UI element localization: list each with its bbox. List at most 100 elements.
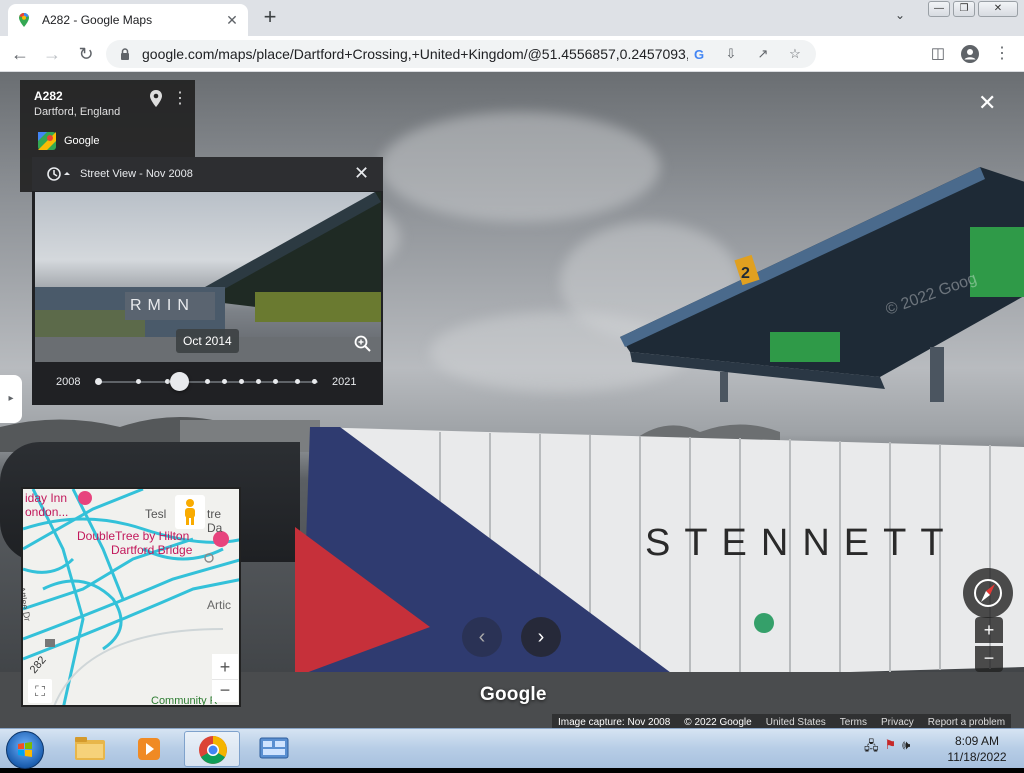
google-lens-icon[interactable]: G bbox=[688, 47, 710, 62]
terms-link[interactable]: Terms bbox=[840, 717, 867, 728]
trailer-lettering: STENNETT bbox=[645, 522, 958, 564]
tab-search-chevron-icon[interactable]: ⌄ bbox=[895, 8, 905, 22]
taskbar-media-player[interactable] bbox=[122, 731, 178, 767]
compass-icon bbox=[974, 579, 1002, 607]
location-pin-icon[interactable] bbox=[149, 90, 163, 108]
timeline-stop[interactable] bbox=[136, 379, 141, 384]
action-center-flag-icon[interactable]: ⚑ bbox=[885, 737, 897, 759]
url-text: google.com/maps/place/Dartford+Crossing,… bbox=[142, 46, 688, 62]
folder-icon bbox=[75, 737, 105, 760]
clock-date: 11/18/2022 bbox=[947, 750, 1007, 764]
pegman-icon[interactable] bbox=[175, 495, 205, 529]
taskbar-control-panel[interactable] bbox=[246, 731, 302, 767]
browser-toolbar: ← → ↻ google.com/maps/place/Dartford+Cro… bbox=[0, 36, 1024, 72]
timeline-start-year: 2008 bbox=[56, 376, 81, 388]
timeline-stop[interactable] bbox=[239, 379, 244, 384]
zoom-out-button[interactable]: − bbox=[975, 646, 1003, 672]
clock-time: 8:09 AM bbox=[954, 734, 1000, 748]
tab-google-maps[interactable]: A282 - Google Maps ✕ bbox=[8, 4, 248, 36]
windows-logo-icon bbox=[18, 742, 32, 757]
restore-button[interactable]: ❐ bbox=[953, 1, 975, 17]
map-label: Tesl bbox=[145, 507, 167, 521]
address-bar[interactable]: google.com/maps/place/Dartford+Crossing,… bbox=[106, 40, 816, 68]
start-button[interactable] bbox=[6, 731, 44, 769]
history-clock-icon[interactable] bbox=[46, 166, 70, 182]
google-maps-favicon-icon bbox=[19, 13, 29, 27]
google-maps-logo-icon bbox=[38, 132, 56, 150]
system-tray: 🖧 ⚑ 🕪 bbox=[864, 737, 910, 759]
provider-label: Google bbox=[64, 135, 100, 147]
reload-icon[interactable]: ↻ bbox=[74, 42, 98, 66]
map-label: iday Inn bbox=[25, 491, 68, 505]
system-clock[interactable]: 8:09 AM 11/18/2022 bbox=[940, 733, 1014, 765]
lane-number: 2 bbox=[741, 265, 750, 282]
timeline-stop[interactable] bbox=[273, 379, 278, 384]
time-travel-panel: Street View - Nov 2008 ✕ RMIN Oct 2014 2… bbox=[32, 157, 383, 405]
timeline-end-year: 2021 bbox=[332, 376, 357, 388]
expand-side-panel-button[interactable]: ▸ bbox=[0, 375, 22, 423]
map-label: DoubleTree by Hilton bbox=[77, 529, 190, 543]
control-panel-icon bbox=[259, 737, 289, 759]
timeline-stop[interactable] bbox=[256, 379, 261, 384]
close-street-view-icon[interactable]: ✕ bbox=[978, 90, 996, 116]
new-tab-button[interactable]: + bbox=[258, 6, 282, 30]
timeline-stop[interactable] bbox=[205, 379, 210, 384]
map-label: Artic bbox=[207, 598, 231, 612]
tab-title: A282 - Google Maps bbox=[42, 13, 153, 27]
expand-map-icon[interactable]: ⛶ bbox=[28, 679, 52, 703]
browser-menu-icon[interactable]: ⋮ bbox=[990, 42, 1014, 66]
previous-arrow-icon[interactable]: ‹ bbox=[462, 617, 502, 657]
timeline-slider-thumb[interactable] bbox=[169, 372, 189, 391]
volume-icon[interactable]: 🕪 bbox=[902, 737, 910, 759]
timeline-stop[interactable] bbox=[312, 379, 317, 384]
timeline-stop[interactable] bbox=[222, 379, 227, 384]
report-problem-link[interactable]: Report a problem bbox=[928, 717, 1005, 728]
taskbar-chrome[interactable] bbox=[184, 731, 240, 767]
minimize-button[interactable]: — bbox=[928, 1, 950, 17]
map-label: Dartford Bridge bbox=[111, 543, 193, 557]
magnify-icon[interactable] bbox=[349, 330, 377, 358]
chrome-icon bbox=[199, 736, 227, 764]
close-window-button[interactable]: ✕ bbox=[978, 1, 1018, 17]
timeline-stop[interactable] bbox=[295, 379, 300, 384]
google-logo: Google bbox=[480, 684, 547, 705]
map-label: ondon... bbox=[25, 505, 69, 519]
cloud bbox=[380, 112, 660, 222]
tab-close-icon[interactable]: ✕ bbox=[224, 12, 240, 29]
more-options-icon[interactable]: ⋮ bbox=[172, 88, 188, 108]
network-icon[interactable]: 🖧 bbox=[864, 737, 879, 759]
image-capture-date: Image capture: Nov 2008 bbox=[558, 716, 671, 728]
preview-sign-text: RMIN bbox=[130, 297, 195, 314]
media-player-icon bbox=[138, 738, 160, 760]
privacy-link[interactable]: Privacy bbox=[881, 717, 914, 728]
map-label: Community R bbox=[151, 695, 218, 707]
lock-icon bbox=[121, 48, 129, 60]
forward-arrow-icon[interactable]: → bbox=[40, 42, 64, 66]
timeline-stop[interactable] bbox=[95, 378, 102, 385]
back-arrow-icon[interactable]: ← bbox=[8, 42, 32, 66]
side-panel-icon[interactable]: ◫ bbox=[926, 42, 950, 66]
bookmark-star-icon[interactable]: ☆ bbox=[784, 46, 806, 62]
street-view-date-label: Street View - Nov 2008 bbox=[80, 168, 193, 180]
selected-date-tooltip: Oct 2014 bbox=[176, 329, 239, 353]
windows-taskbar: 🖧 ⚑ 🕪 8:09 AM 11/18/2022 bbox=[0, 728, 1024, 769]
profile-avatar-icon[interactable] bbox=[958, 42, 982, 66]
zoom-in-button[interactable]: + bbox=[975, 617, 1003, 643]
country-link[interactable]: United States bbox=[766, 717, 826, 728]
mini-map-zoom-out-button[interactable]: − bbox=[212, 680, 238, 702]
street-view-panorama[interactable]: 2 © 2022 Goog STENNETT A282 Dartford, En… bbox=[0, 72, 1024, 730]
time-travel-preview-image[interactable]: RMIN Oct 2014 bbox=[35, 192, 381, 362]
toll-canopy: 2 © 2022 Goog bbox=[620, 167, 1024, 402]
share-icon[interactable]: ↗ bbox=[752, 46, 774, 62]
install-icon[interactable]: ⇩ bbox=[720, 46, 742, 62]
copyright-text: © 2022 Google bbox=[684, 716, 752, 728]
map-label: tre Da bbox=[207, 507, 223, 535]
tab-bar: A282 - Google Maps ✕ + ⌄ — ❐ ✕ bbox=[0, 0, 1024, 36]
mini-map-zoom-in-button[interactable]: + bbox=[212, 654, 238, 680]
close-time-travel-icon[interactable]: ✕ bbox=[354, 163, 369, 184]
mini-map[interactable]: iday Inn ondon... Tesl tre Da DoubleTree… bbox=[21, 487, 241, 707]
taskbar-file-explorer[interactable] bbox=[62, 731, 118, 767]
compass-button[interactable] bbox=[963, 568, 1013, 618]
place-provider[interactable]: Google bbox=[38, 132, 99, 150]
next-arrow-icon[interactable]: › bbox=[521, 617, 561, 657]
